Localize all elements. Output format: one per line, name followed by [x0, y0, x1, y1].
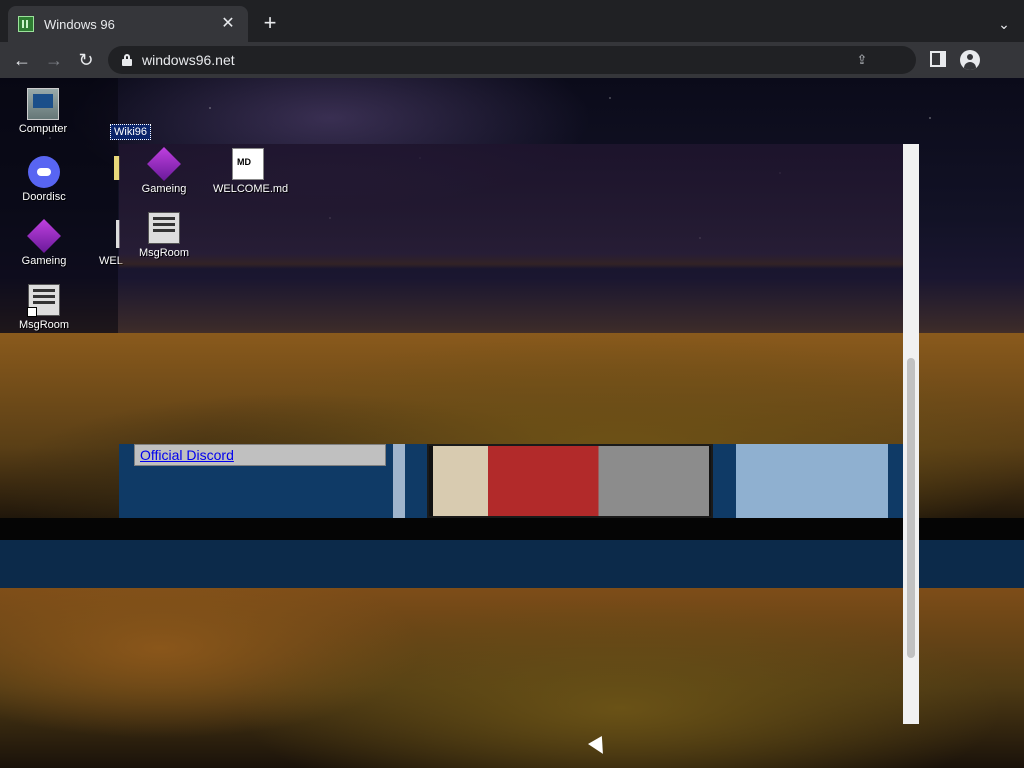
icon-label: Computer — [18, 123, 68, 135]
tab-strip: Windows 96 ✕ + ⌄ — [0, 0, 1024, 42]
icon-label: MsgRoom — [138, 247, 190, 259]
blue-band — [0, 540, 1024, 588]
forward-button[interactable]: → — [42, 48, 66, 72]
video-frame — [433, 446, 709, 516]
icon-label: Doordisc — [22, 191, 66, 203]
tab-title: Windows 96 — [44, 16, 115, 32]
window-icon-msgroom[interactable]: MsgRoom — [129, 212, 199, 259]
scrollbar-thumb[interactable] — [907, 358, 915, 658]
reload-button[interactable]: ↻ — [74, 48, 98, 72]
browser-toolbar: ← → ↻ windows96.net ⇪ — [0, 42, 1024, 78]
desktop-viewport: Computer Doordisc Gameing MsgRoom Wiki96… — [0, 78, 1024, 768]
page-content-panel: Official Discord — [119, 444, 903, 518]
side-panel-icon[interactable] — [930, 51, 946, 67]
desktop-icon-doordisc[interactable]: Doordisc — [9, 156, 79, 203]
icon-label: MsgRoom — [18, 319, 70, 331]
official-discord-link[interactable]: Official Discord — [140, 447, 234, 463]
mountain-wallpaper-lower — [0, 588, 1024, 768]
discord-icon — [28, 156, 60, 188]
icon-label: Gameing — [21, 255, 67, 267]
tab-search-chevron-down-icon[interactable]: ⌄ — [994, 12, 1014, 36]
cube-icon — [147, 147, 181, 181]
computer-icon — [27, 88, 59, 120]
markdown-file-icon — [232, 148, 264, 180]
icon-label: Gameing — [141, 183, 187, 195]
back-button[interactable]: ← — [10, 48, 34, 72]
cube-icon — [27, 219, 61, 253]
desktop-icon-gameing[interactable]: Gameing — [9, 219, 79, 267]
desktop-icon-msgroom[interactable]: MsgRoom — [9, 284, 79, 331]
shortcut-arrow-icon — [27, 307, 37, 317]
msgroom-icon — [148, 212, 180, 244]
windows96-favicon-icon — [18, 16, 34, 32]
desktop-icon-wiki96-selected[interactable]: Wiki96 — [110, 124, 152, 140]
panel-divider — [393, 444, 405, 518]
share-icon[interactable]: ⇪ — [854, 52, 870, 68]
window-icon-welcome-md[interactable]: WELCOME.md — [213, 148, 289, 195]
desktop-icon-computer[interactable]: Computer — [8, 88, 78, 135]
address-bar[interactable]: windows96.net ⇪ — [108, 46, 916, 74]
discord-link-box: Official Discord — [134, 444, 386, 466]
video-thumbnail[interactable] — [427, 444, 713, 518]
new-tab-button[interactable]: + — [258, 12, 282, 36]
url-text: windows96.net — [142, 52, 235, 68]
window-icon-gameing[interactable]: Gameing — [129, 147, 199, 195]
msgroom-icon — [27, 284, 60, 317]
profile-avatar-icon[interactable] — [960, 50, 980, 70]
dark-band — [0, 518, 1024, 540]
icon-label: WELCOME.md — [213, 183, 289, 195]
tab-windows96[interactable]: Windows 96 ✕ — [8, 6, 248, 42]
window-scrollbar[interactable] — [903, 144, 919, 724]
right-panel — [736, 444, 888, 518]
lock-icon — [122, 54, 132, 66]
close-tab-icon[interactable]: ✕ — [218, 14, 238, 34]
